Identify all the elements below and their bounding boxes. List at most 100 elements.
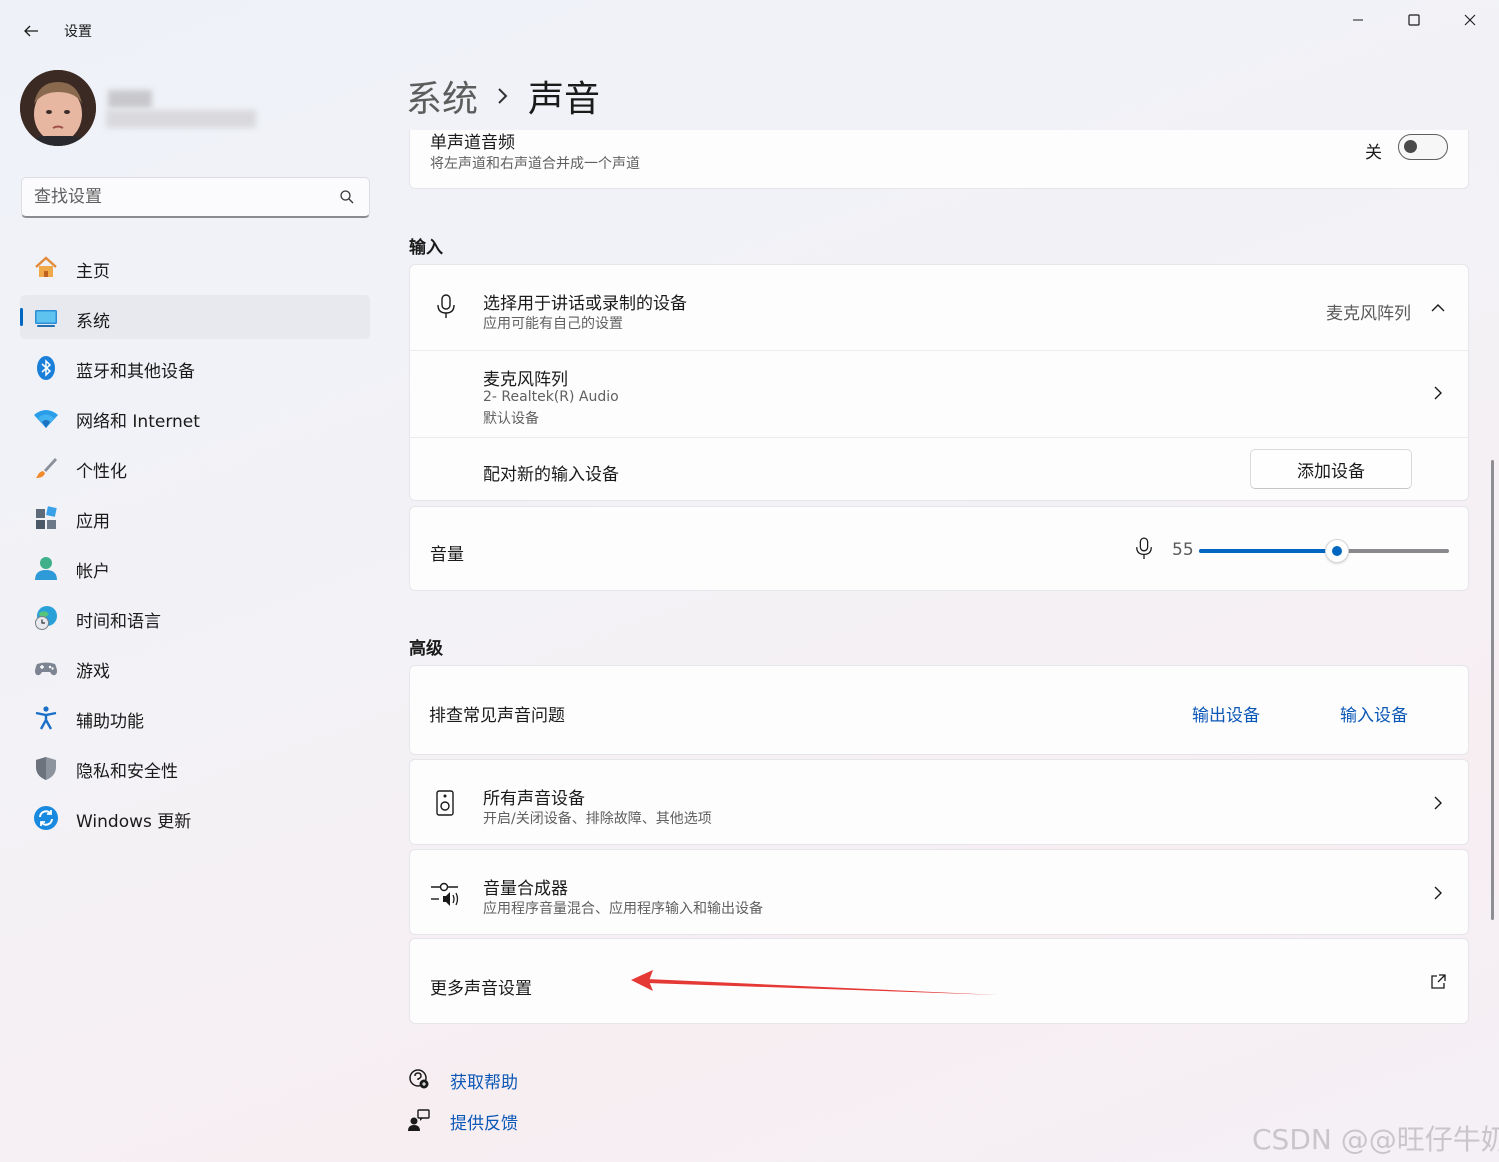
sidebar-item-windows-update[interactable]: Windows 更新	[20, 795, 370, 839]
window-title: 设置	[64, 24, 92, 40]
troubleshoot-output-link[interactable]: 输出设备	[1192, 701, 1260, 726]
troubleshoot-input-link[interactable]: 输入设备	[1340, 701, 1408, 726]
troubleshoot-card: 排查常见声音问题 输出设备 输入设备	[409, 665, 1469, 755]
feedback-icon	[408, 1109, 430, 1135]
input-device-row[interactable]: 麦克风阵列 2- Realtek(R) Audio 默认设备	[410, 350, 1468, 437]
chevron-right-icon[interactable]	[1428, 793, 1448, 813]
breadcrumb: 系统 声音	[406, 70, 600, 122]
shield-icon	[33, 755, 59, 781]
accessibility-icon	[33, 705, 59, 731]
breadcrumb-parent[interactable]: 系统	[406, 70, 478, 122]
account-icon	[33, 555, 59, 581]
pair-input-device-row: 配对新的输入设备 添加设备	[410, 437, 1468, 501]
chevron-up-icon[interactable]	[1428, 298, 1448, 318]
volume-value: 55	[1172, 540, 1194, 560]
search-icon[interactable]	[339, 189, 355, 205]
maximize-button[interactable]	[1386, 4, 1442, 36]
toggle-knob	[1404, 140, 1417, 153]
advanced-section-heading: 高级	[409, 639, 443, 659]
open-external-icon[interactable]	[1428, 972, 1448, 992]
mono-audio-title: 单声道音频	[430, 133, 515, 153]
back-button[interactable]	[16, 16, 46, 46]
all-sound-devices-title: 所有声音设备	[483, 789, 585, 809]
sidebar-item-label: 个性化	[76, 462, 127, 482]
sidebar-item-home[interactable]: 主页	[20, 245, 370, 289]
sidebar-item-apps[interactable]: 应用	[20, 495, 370, 539]
scrollbar[interactable]	[1491, 460, 1494, 920]
sidebar-item-bluetooth[interactable]: 蓝牙和其他设备	[20, 345, 370, 389]
sidebar-item-label: Windows 更新	[76, 812, 192, 832]
sidebar-item-privacy[interactable]: 隐私和安全性	[20, 745, 370, 789]
globe-clock-icon	[33, 605, 59, 631]
sidebar-item-label: 应用	[76, 512, 110, 532]
mono-audio-subtitle: 将左声道和右声道合并成一个声道	[430, 156, 640, 172]
watermark-text: CSDN @@旺仔牛奶	[1252, 1123, 1499, 1156]
search-box[interactable]	[21, 177, 370, 218]
sidebar-item-network[interactable]: 网络和 Internet	[20, 395, 370, 439]
sidebar-item-system[interactable]: 系统	[20, 295, 370, 339]
input-section-heading: 输入	[409, 238, 443, 258]
input-device-status: 默认设备	[483, 411, 539, 427]
chevron-right-icon[interactable]	[1428, 883, 1448, 903]
sidebar-item-label: 主页	[76, 262, 110, 282]
bluetooth-icon	[33, 355, 59, 381]
wifi-icon	[33, 405, 59, 431]
sidebar-item-label: 游戏	[76, 662, 110, 682]
speaker-icon	[436, 790, 454, 820]
feedback-label: 提供反馈	[450, 1114, 518, 1134]
volume-mixer-card[interactable]: 音量合成器 应用程序音量混合、应用程序输入和输出设备	[409, 849, 1469, 935]
sidebar-item-accounts[interactable]: 帐户	[20, 545, 370, 589]
microphone-icon[interactable]	[1134, 536, 1154, 566]
mono-audio-card: 单声道音频 将左声道和右声道合并成一个声道 关	[409, 130, 1469, 189]
close-button[interactable]	[1442, 4, 1498, 36]
sidebar-item-time-language[interactable]: 时间和语言	[20, 595, 370, 639]
brush-icon	[33, 455, 59, 481]
troubleshoot-label: 排查常见声音问题	[429, 706, 565, 726]
maximize-icon	[1408, 14, 1420, 26]
chevron-right-icon[interactable]	[1428, 383, 1448, 403]
sidebar-item-accessibility[interactable]: 辅助功能	[20, 695, 370, 739]
volume-mixer-icon	[430, 882, 460, 910]
minimize-button[interactable]	[1330, 4, 1386, 36]
update-icon	[33, 805, 59, 831]
add-device-button[interactable]: 添加设备	[1250, 449, 1412, 489]
home-icon	[33, 255, 59, 281]
sidebar-item-label: 隐私和安全性	[76, 762, 178, 782]
volume-slider[interactable]	[1199, 539, 1449, 563]
mono-audio-state-label: 关	[1365, 143, 1382, 163]
volume-label: 音量	[430, 545, 464, 565]
sidebar-item-label: 网络和 Internet	[76, 412, 200, 432]
search-input[interactable]	[34, 178, 324, 216]
gamepad-icon	[33, 655, 59, 681]
back-arrow-icon	[24, 25, 38, 37]
sidebar-item-gaming[interactable]: 游戏	[20, 645, 370, 689]
user-profile[interactable]	[20, 70, 256, 146]
content-pane[interactable]: 单声道音频 将左声道和右声道合并成一个声道 关 输入 选择用于讲话或录制的设备 …	[409, 130, 1469, 1162]
minimize-icon	[1353, 19, 1363, 21]
volume-slider-thumb[interactable]	[1325, 539, 1349, 563]
pair-input-label: 配对新的输入设备	[483, 465, 619, 485]
user-name-blurred	[106, 88, 256, 134]
apps-icon	[33, 505, 59, 531]
sidebar-item-label: 帐户	[76, 562, 110, 582]
sidebar-item-label: 时间和语言	[76, 612, 161, 632]
sidebar-item-personalization[interactable]: 个性化	[20, 445, 370, 489]
sidebar-item-label: 蓝牙和其他设备	[76, 362, 195, 382]
active-indicator	[20, 308, 23, 326]
title-bar: 设置	[0, 0, 1499, 60]
get-help-label: 获取帮助	[450, 1073, 518, 1093]
all-sound-devices-subtitle: 开启/关闭设备、排除故障、其他选项	[483, 811, 712, 827]
input-select-subtitle: 应用可能有自己的设置	[483, 316, 623, 332]
sidebar-nav: 主页 系统 蓝牙和其他设备 网络和 Internet 个性化 应用 帐户 时间和…	[20, 245, 370, 845]
input-select-title: 选择用于讲话或录制的设备	[483, 294, 687, 314]
sidebar-item-label: 辅助功能	[76, 712, 144, 732]
system-icon	[33, 305, 59, 331]
annotation-arrow	[631, 970, 999, 995]
volume-mixer-title: 音量合成器	[483, 879, 568, 899]
mono-audio-toggle[interactable]	[1398, 134, 1448, 160]
input-device-driver: 2- Realtek(R) Audio	[483, 389, 619, 405]
input-device-select-row[interactable]: 选择用于讲话或录制的设备 应用可能有自己的设置 麦克风阵列	[410, 265, 1468, 350]
close-icon	[1464, 14, 1476, 26]
all-sound-devices-card[interactable]: 所有声音设备 开启/关闭设备、排除故障、其他选项	[409, 759, 1469, 845]
volume-slider-fill	[1199, 549, 1337, 553]
